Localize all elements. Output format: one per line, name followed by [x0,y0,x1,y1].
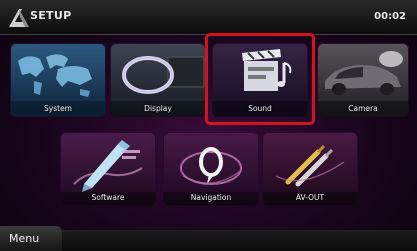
navigation-label: Navigation [190,193,232,202]
setup-screen: SETUP 00:02 System Display Sound Camera … [0,0,417,251]
page-title: SETUP [30,9,72,22]
camera-button[interactable]: Camera [317,43,409,117]
bottom-bar [62,230,417,251]
system-label: System [44,104,72,113]
navigation-button[interactable]: Navigation [163,132,259,206]
software-button[interactable]: Software [60,132,156,206]
menu-button[interactable]: Menu [0,226,62,251]
camera-label: Camera [348,104,378,113]
clock-time: 00:02 [374,11,406,22]
top-bar: SETUP 00:02 [0,0,417,35]
menu-label: Menu [9,232,40,245]
sound-highlight-frame [205,33,315,125]
display-label: Display [144,104,172,113]
software-label: Software [91,193,125,202]
av-out-label: AV-OUT [295,193,325,202]
av-out-button[interactable]: AV-OUT [262,132,358,206]
system-button[interactable]: System [10,43,106,117]
display-button[interactable]: Display [110,43,206,117]
